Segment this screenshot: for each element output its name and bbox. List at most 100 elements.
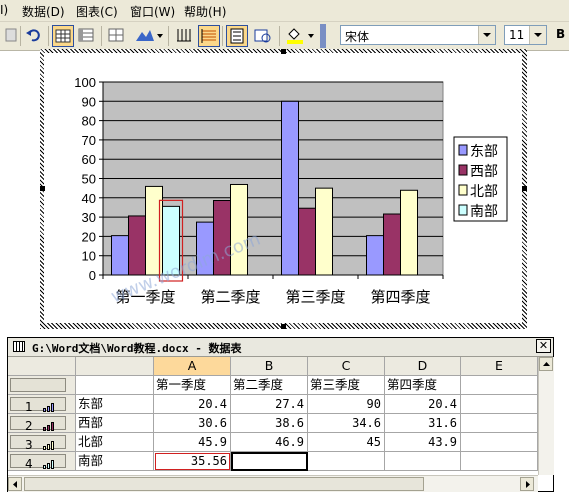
row-select-button[interactable]: 3 bbox=[10, 435, 66, 451]
menu-item-chart[interactable]: 图表(C) bbox=[76, 3, 118, 20]
cell-row-label[interactable]: 北部 bbox=[76, 433, 154, 452]
bar-东部[interactable] bbox=[281, 100, 299, 276]
font-name-select[interactable]: 宋体 bbox=[340, 25, 496, 45]
row-select-button[interactable]: 1 bbox=[10, 397, 66, 413]
menu-item-insert[interactable]: I) bbox=[0, 3, 8, 17]
series-mini-bars-icon bbox=[43, 403, 57, 412]
menu-item-data[interactable]: 数据(D) bbox=[22, 3, 65, 20]
row-header-0[interactable] bbox=[8, 376, 76, 395]
menu-item-help[interactable]: 帮助(H) bbox=[184, 3, 226, 20]
cell-column-header[interactable]: 第三季度 bbox=[308, 376, 385, 395]
by-column-icon[interactable] bbox=[106, 25, 128, 47]
cell-row-label[interactable]: 东部 bbox=[76, 395, 154, 414]
fill-color-icon[interactable] bbox=[284, 25, 316, 47]
row-number: 4 bbox=[25, 457, 33, 471]
legend[interactable]: 东部西部北部南部 bbox=[453, 136, 508, 222]
y-tick-label: 10 bbox=[82, 249, 96, 264]
bar-北部[interactable] bbox=[315, 187, 333, 276]
row-select-button[interactable]: 2 bbox=[10, 416, 66, 433]
select-all-corner[interactable] bbox=[8, 357, 76, 376]
cell-column-header[interactable]: 第一季度 bbox=[154, 376, 231, 395]
by-row-icon[interactable] bbox=[76, 25, 98, 47]
scroll-left-icon[interactable] bbox=[8, 477, 22, 491]
data-cell[interactable]: 30.6 bbox=[154, 414, 231, 433]
legend-icon[interactable] bbox=[226, 25, 248, 47]
cell-column-header[interactable]: 第四季度 bbox=[385, 376, 461, 395]
bar-东部[interactable] bbox=[111, 235, 129, 276]
data-cell[interactable]: 45.9 bbox=[154, 433, 231, 452]
font-size-value: 11 bbox=[509, 28, 525, 42]
data-cell[interactable]: 38.6 bbox=[231, 414, 308, 433]
bar-东部[interactable] bbox=[366, 235, 384, 276]
column-header-E[interactable]: E bbox=[461, 357, 538, 376]
data-cell-highlighted[interactable]: 35.56 bbox=[154, 452, 231, 471]
y-tick-label: 60 bbox=[82, 152, 96, 167]
vertical-scrollbar[interactable] bbox=[538, 357, 554, 475]
row-number: 2 bbox=[25, 419, 33, 433]
column-header-blank[interactable] bbox=[76, 357, 154, 376]
cell-row-label[interactable]: 南部 bbox=[76, 452, 154, 471]
cell-header-label[interactable] bbox=[76, 376, 154, 395]
bold-button[interactable]: B bbox=[553, 25, 569, 47]
row-header-2[interactable]: 2 bbox=[8, 414, 76, 433]
datasheet-view-icon[interactable] bbox=[52, 25, 74, 47]
datasheet-title-bar[interactable]: G:\Word文档\Word教程.docx - 数据表 ✕ bbox=[8, 338, 553, 357]
data-cell[interactable] bbox=[461, 395, 538, 414]
data-table-icon[interactable] bbox=[252, 25, 274, 47]
column-header-C[interactable]: C bbox=[308, 357, 385, 376]
data-cell[interactable]: 90 bbox=[308, 395, 385, 414]
data-cell[interactable]: 46.9 bbox=[231, 433, 308, 452]
resize-handle-bottom[interactable] bbox=[281, 324, 286, 329]
cell-row-label[interactable]: 西部 bbox=[76, 414, 154, 433]
cell-column-header[interactable] bbox=[461, 376, 538, 395]
row-header-4[interactable]: 4 bbox=[8, 452, 76, 471]
row-header-1[interactable]: 1 bbox=[8, 395, 76, 414]
y-tick-label: 100 bbox=[74, 75, 96, 90]
column-header-D[interactable]: D bbox=[385, 357, 461, 376]
chevron-down-icon[interactable] bbox=[529, 26, 546, 44]
horizontal-scrollbar[interactable] bbox=[8, 475, 538, 492]
data-cell[interactable]: 20.4 bbox=[385, 395, 461, 414]
data-cell[interactable] bbox=[308, 452, 385, 471]
data-cell[interactable]: 27.4 bbox=[231, 395, 308, 414]
column-header-A[interactable]: A bbox=[154, 357, 231, 376]
menu-item-window[interactable]: 窗口(W) bbox=[130, 3, 175, 20]
font-size-select[interactable]: 11 bbox=[504, 25, 547, 45]
bar-北部[interactable] bbox=[230, 183, 248, 276]
data-cell[interactable] bbox=[461, 452, 538, 471]
active-cell[interactable] bbox=[231, 452, 308, 471]
scroll-right-icon[interactable] bbox=[520, 477, 534, 491]
data-cell[interactable]: 43.9 bbox=[385, 433, 461, 452]
data-cell[interactable]: 31.6 bbox=[385, 414, 461, 433]
category-gridlines-icon[interactable] bbox=[174, 25, 196, 47]
datasheet-icon bbox=[13, 341, 25, 352]
data-cell[interactable]: 34.6 bbox=[308, 414, 385, 433]
scroll-thumb[interactable] bbox=[24, 477, 424, 491]
data-cell[interactable]: 45 bbox=[308, 433, 385, 452]
resize-handle-right[interactable] bbox=[522, 186, 527, 191]
data-cell[interactable]: 20.4 bbox=[154, 395, 231, 414]
bar-北部[interactable] bbox=[400, 189, 418, 276]
legend-swatch bbox=[458, 204, 468, 216]
column-header-B[interactable]: B bbox=[231, 357, 308, 376]
cell-column-header[interactable]: 第二季度 bbox=[231, 376, 308, 395]
data-cell[interactable] bbox=[385, 452, 461, 471]
row-select-button[interactable] bbox=[10, 378, 66, 392]
chart-type-icon[interactable] bbox=[134, 25, 164, 47]
plot-area[interactable]: 0102030405060708090100第一季度 第二季度 第三季度 第四季度ww… bbox=[74, 75, 444, 308]
bar-西部[interactable] bbox=[128, 215, 146, 276]
y-tick-label: 80 bbox=[82, 114, 96, 129]
scroll-up-icon[interactable] bbox=[539, 357, 553, 371]
row-header-3[interactable]: 3 bbox=[8, 433, 76, 452]
row-select-button[interactable]: 4 bbox=[10, 454, 66, 471]
chevron-down-icon[interactable] bbox=[478, 26, 495, 44]
data-cell[interactable] bbox=[461, 433, 538, 452]
chart[interactable]: 0102030405060708090100第一季度 第二季度 第三季度 第四季度ww… bbox=[44, 53, 522, 323]
bar-西部[interactable] bbox=[383, 213, 401, 276]
data-cell[interactable] bbox=[461, 414, 538, 433]
value-gridlines-icon[interactable] bbox=[198, 25, 220, 47]
close-button[interactable]: ✕ bbox=[536, 339, 551, 353]
bar-西部[interactable] bbox=[298, 207, 316, 276]
undo-icon[interactable] bbox=[24, 25, 46, 47]
y-tick-label: 50 bbox=[82, 172, 96, 187]
